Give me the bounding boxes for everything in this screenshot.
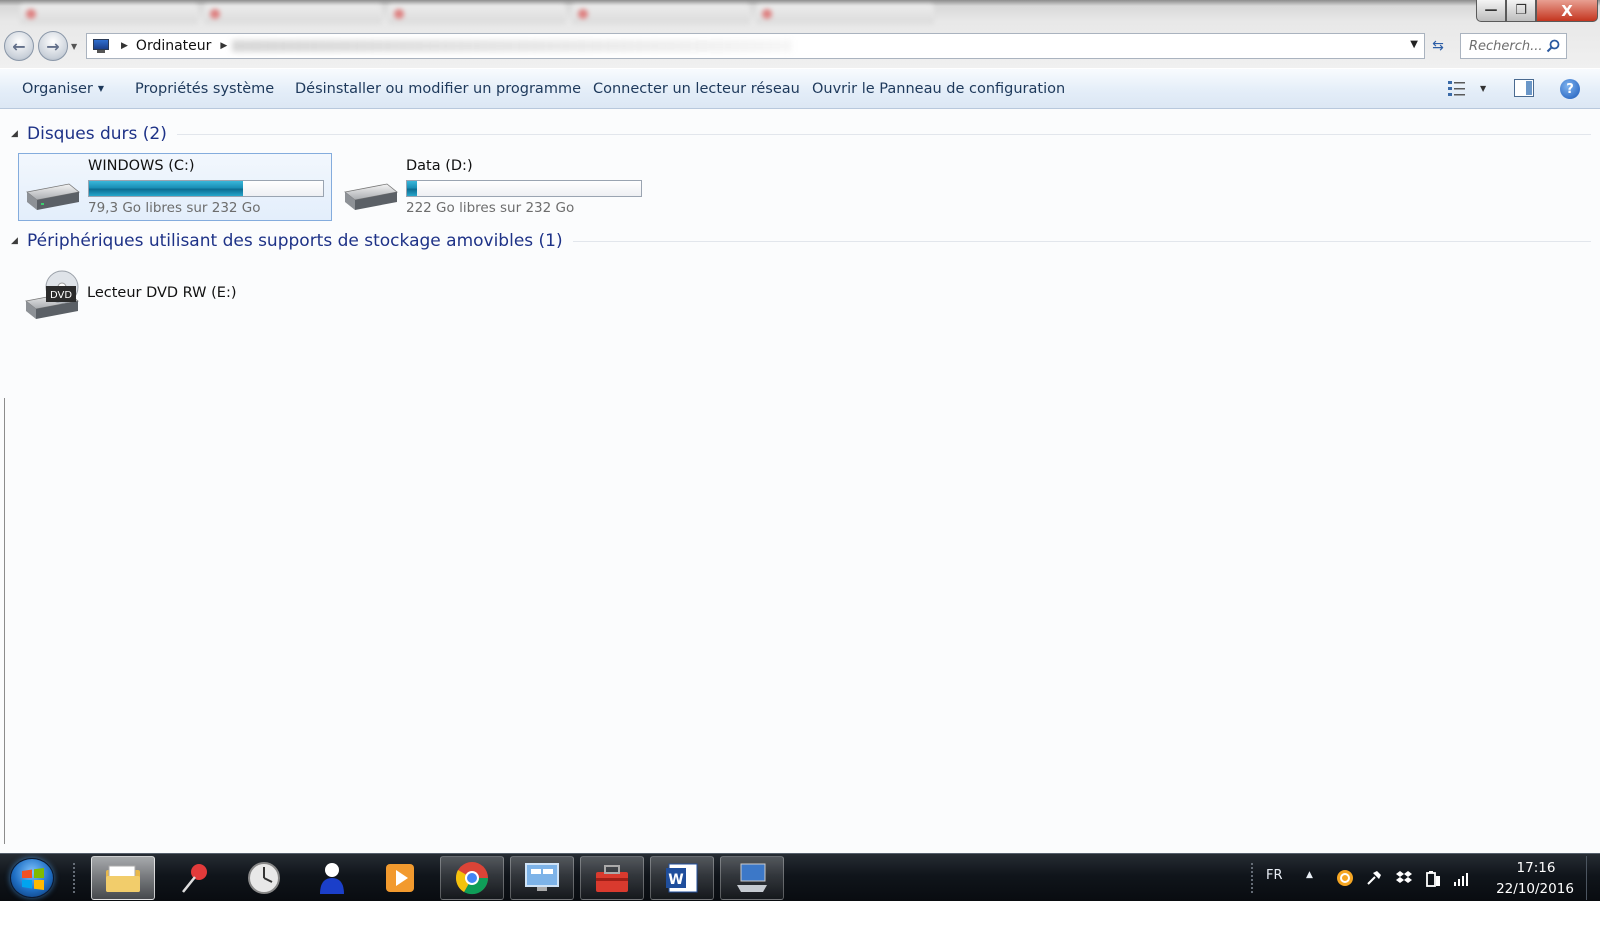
organize-label: Organiser bbox=[22, 81, 93, 97]
windows-logo-icon bbox=[22, 868, 44, 890]
drive-d-tile[interactable]: Data (D:) 222 Go libres sur 232 Go bbox=[336, 153, 650, 221]
drive-free-space: 222 Go libres sur 232 Go bbox=[406, 200, 575, 216]
pin-icon[interactable] bbox=[1365, 869, 1383, 887]
breadcrumb-separator-icon[interactable]: ▶ bbox=[220, 41, 227, 51]
clock-date[interactable]: 22/10/2016 bbox=[1494, 881, 1576, 897]
background-browser-tabs bbox=[20, 4, 934, 26]
tray-grip[interactable] bbox=[1250, 862, 1254, 894]
dvd-logo-text: DVD bbox=[50, 290, 72, 301]
computer-icon bbox=[92, 38, 112, 54]
word-icon: W bbox=[666, 863, 698, 893]
drive-usage-fill bbox=[89, 181, 243, 196]
refresh-icon: ⇆ bbox=[1432, 38, 1444, 54]
dropbox-icon[interactable] bbox=[1395, 869, 1413, 887]
device-name: Lecteur DVD RW (E:) bbox=[87, 285, 237, 301]
show-hidden-icons-icon[interactable]: ▲ bbox=[1306, 870, 1313, 880]
maximize-button[interactable]: ❐ bbox=[1506, 0, 1536, 22]
drive-c-tile[interactable]: WINDOWS (C:) 79,3 Go libres sur 232 Go bbox=[18, 153, 332, 221]
minimize-button[interactable]: — bbox=[1476, 0, 1506, 22]
chevron-down-icon: ▼ bbox=[97, 84, 105, 93]
breadcrumb-separator-icon[interactable]: ▶ bbox=[121, 41, 128, 51]
taskbar-media-player[interactable] bbox=[368, 856, 432, 900]
preview-pane-button[interactable] bbox=[1514, 79, 1534, 97]
address-bar[interactable]: ▶ Ordinateur ▶ ▼ bbox=[86, 33, 1425, 59]
view-options-dropdown[interactable]: ▼ bbox=[1480, 84, 1486, 93]
uninstall-program-button[interactable]: Désinstaller ou modifier un programme bbox=[295, 81, 581, 97]
drive-usage-fill bbox=[407, 181, 418, 196]
taskbar-toolbox[interactable] bbox=[580, 856, 644, 900]
dvd-drive-icon: DVD bbox=[25, 270, 79, 319]
removable-storage-group-header[interactable]: ◢ Périphériques utilisant des supports d… bbox=[11, 230, 1591, 252]
blurred-overlay bbox=[232, 40, 792, 52]
window-controls: — ❐ X bbox=[1476, 0, 1598, 22]
command-bar: Organiser ▼ Propriétés système Désinstall… bbox=[0, 68, 1600, 109]
map-network-drive-button[interactable]: Connecter un lecteur réseau bbox=[593, 81, 800, 97]
network-signal-icon[interactable] bbox=[1453, 869, 1471, 887]
window-edge bbox=[4, 398, 5, 844]
hard-drive-icon bbox=[26, 183, 80, 210]
change-view-icon[interactable] bbox=[1447, 79, 1467, 97]
pushpin-icon bbox=[182, 864, 207, 893]
media-player-icon bbox=[386, 864, 414, 892]
taskbar-word[interactable]: W bbox=[650, 856, 714, 900]
update-icon[interactable] bbox=[1336, 869, 1354, 887]
taskbar-clock-app[interactable] bbox=[232, 856, 296, 900]
clock-time[interactable]: 17:16 bbox=[1516, 860, 1556, 876]
svg-text:W: W bbox=[668, 872, 683, 888]
collapse-triangle-icon[interactable]: ◢ bbox=[11, 236, 27, 246]
back-button[interactable]: ← bbox=[4, 31, 34, 61]
arrow-left-icon: ← bbox=[12, 36, 26, 56]
taskbar-pushpin[interactable] bbox=[163, 856, 227, 900]
taskbar: W FR ▲ 17:16 22/10/2016 bbox=[0, 853, 1600, 901]
forward-button[interactable]: → bbox=[38, 31, 68, 61]
organize-menu[interactable]: Organiser ▼ bbox=[22, 81, 104, 97]
screen-bottom-strip bbox=[0, 901, 1600, 929]
drive-name: WINDOWS (C:) bbox=[88, 158, 195, 174]
taskbar-chrome[interactable] bbox=[440, 856, 504, 900]
group-divider bbox=[572, 240, 1591, 242]
taskbar-network-computer[interactable] bbox=[720, 856, 784, 900]
search-icon bbox=[1546, 39, 1560, 53]
group-title: Disques durs (2) bbox=[27, 124, 167, 144]
drive-free-space: 79,3 Go libres sur 232 Go bbox=[88, 200, 261, 216]
search-box[interactable] bbox=[1460, 33, 1567, 59]
taskbar-explorer[interactable] bbox=[91, 856, 155, 900]
close-button[interactable]: X bbox=[1536, 0, 1598, 22]
chrome-icon bbox=[455, 862, 489, 895]
open-control-panel-button[interactable]: Ouvrir le Panneau de configuration bbox=[812, 81, 1065, 97]
help-button[interactable]: ? bbox=[1560, 79, 1580, 99]
contacts-icon bbox=[320, 863, 344, 894]
drive-name: Data (D:) bbox=[406, 158, 473, 174]
language-indicator[interactable]: FR bbox=[1266, 868, 1283, 883]
collapse-triangle-icon[interactable]: ◢ bbox=[11, 129, 27, 139]
toolbox-icon bbox=[596, 865, 628, 892]
taskbar-remote-desktop[interactable] bbox=[510, 856, 574, 900]
taskbar-grip[interactable] bbox=[72, 862, 76, 894]
hard-disks-group-header[interactable]: ◢ Disques durs (2) bbox=[11, 123, 1591, 145]
show-desktop-button[interactable] bbox=[1586, 856, 1598, 900]
network-computer-icon bbox=[737, 863, 767, 892]
refresh-button[interactable]: ⇆ bbox=[1428, 36, 1448, 56]
clock-app-icon bbox=[248, 862, 280, 894]
drive-usage-bar bbox=[88, 180, 324, 197]
group-title: Périphériques utilisant des supports de … bbox=[27, 231, 563, 251]
hard-drive-icon bbox=[344, 183, 398, 210]
explorer-icon bbox=[106, 865, 140, 892]
drive-usage-bar bbox=[406, 180, 642, 197]
group-divider bbox=[176, 133, 1591, 135]
recent-pages-dropdown[interactable]: ▼ bbox=[71, 42, 77, 51]
system-properties-button[interactable]: Propriétés système bbox=[135, 81, 274, 97]
start-button[interactable] bbox=[10, 858, 54, 898]
search-input[interactable] bbox=[1469, 38, 1541, 54]
breadcrumb-computer[interactable]: Ordinateur bbox=[136, 38, 212, 54]
taskbar-contacts[interactable] bbox=[300, 856, 364, 900]
arrow-right-icon: → bbox=[46, 36, 60, 56]
address-history-dropdown[interactable]: ▼ bbox=[1410, 39, 1418, 50]
remote-desktop-icon bbox=[525, 863, 559, 891]
dvd-drive-item[interactable]: DVD Lecteur DVD RW (E:) bbox=[18, 265, 278, 325]
power-icon[interactable] bbox=[1424, 869, 1442, 887]
